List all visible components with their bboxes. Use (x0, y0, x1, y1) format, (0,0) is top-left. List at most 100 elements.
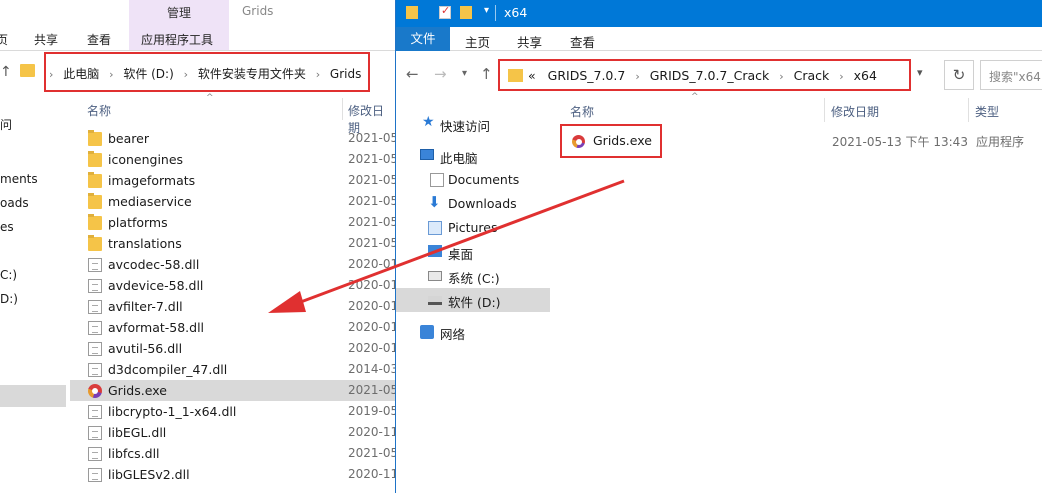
chevron-right-icon[interactable]: › (635, 70, 639, 83)
file-name: libGLESv2.dll (108, 467, 190, 482)
tab-file[interactable]: 文件 (396, 27, 450, 51)
context-tab-manage[interactable]: 管理 (129, 4, 229, 21)
nav-item-quick-access[interactable]: 问 (0, 116, 12, 133)
nav-item-documents[interactable]: Documents (396, 168, 550, 192)
column-name[interactable]: 名称 (87, 102, 111, 119)
file-row[interactable]: avutil-56.dll 2020-01 (70, 338, 395, 359)
file-row[interactable]: d3dcompiler_47.dll 2014-03 (70, 359, 395, 380)
up-arrow-icon[interactable]: ↑ (0, 64, 12, 80)
drive-icon (428, 271, 442, 281)
back-arrow-icon[interactable]: ← (406, 65, 419, 83)
column-date[interactable]: 修改日期 (831, 103, 879, 120)
nav-item-drive-d[interactable]: 软件 (D:) (396, 288, 550, 312)
file-row[interactable]: platforms 2021-05 (70, 212, 395, 233)
file-name: imageformats (108, 173, 196, 188)
breadcrumb-grids-crack[interactable]: GRIDS_7.0.7_Crack (650, 68, 770, 83)
nav-item-pictures[interactable]: es (0, 220, 14, 234)
nav-item-drive-c[interactable]: 系统 (C:) (396, 264, 550, 288)
sort-caret-icon: ^ (691, 92, 699, 102)
forward-arrow-icon[interactable]: → (434, 65, 447, 83)
nav-item-pictures[interactable]: Pictures (396, 216, 550, 240)
file-row[interactable]: bearer 2021-05 (70, 128, 395, 149)
file-row[interactable]: avformat-58.dll 2020-01 (70, 317, 395, 338)
tab-view[interactable]: 查看 (87, 31, 111, 48)
file-row[interactable]: avdevice-58.dll 2020-01 (70, 275, 395, 296)
file-name: Grids.exe (593, 133, 652, 148)
nav-item-network[interactable]: 网络 (396, 320, 550, 344)
file-row[interactable]: imageformats 2021-05 (70, 170, 395, 191)
titlebar-separator (495, 5, 496, 21)
breadcrumb-overflow[interactable]: « (528, 68, 536, 83)
address-dropdown-icon[interactable]: ▾ (917, 66, 923, 79)
tab-view[interactable]: 查看 (570, 32, 595, 51)
file-row[interactable]: libcrypto-1_1-x64.dll 2019-05 (70, 401, 395, 422)
chevron-right-icon[interactable]: › (184, 68, 188, 81)
file-row[interactable]: mediaservice 2021-05 (70, 191, 395, 212)
file-row[interactable]: translations 2021-05 (70, 233, 395, 254)
new-folder-icon[interactable] (460, 6, 472, 19)
search-input[interactable]: 搜索"x64" (980, 60, 1042, 90)
nav-label: 软件 (D:) (448, 295, 501, 310)
file-name: translations (108, 236, 182, 251)
properties-icon[interactable] (439, 4, 451, 19)
right-window-title: x64 (504, 5, 528, 20)
tab-app-tools[interactable]: 应用程序工具 (141, 31, 213, 48)
refresh-button[interactable]: ↻ (944, 60, 974, 90)
nav-item-desktop[interactable]: 桌面 (396, 240, 550, 264)
file-icon (88, 342, 102, 356)
folder-icon (88, 172, 102, 188)
nav-item-this-pc[interactable]: 此电脑 (396, 144, 550, 168)
file-date: 2021-05 (348, 131, 395, 145)
nav-item-downloads[interactable]: oads (0, 196, 29, 210)
computer-icon (420, 149, 434, 160)
file-name: platforms (108, 215, 168, 230)
nav-label: 桌面 (448, 247, 474, 262)
chevron-right-icon[interactable]: › (779, 70, 783, 83)
breadcrumb-drive-d[interactable]: 软件 (D:) (123, 65, 173, 82)
file-row[interactable]: libEGL.dll 2020-11 (70, 422, 395, 443)
file-row[interactable]: libGLESv2.dll 2020-11 (70, 464, 395, 485)
file-date: 2014-03 (348, 362, 395, 376)
chevron-right-icon[interactable]: › (839, 70, 843, 83)
file-date: 2020-01 (348, 299, 395, 313)
breadcrumb-grids[interactable]: Grids (330, 67, 361, 81)
nav-item-downloads[interactable]: ⬇ Downloads (396, 192, 550, 216)
column-type[interactable]: 类型 (975, 103, 999, 120)
nav-item-drive-c[interactable]: C:) (0, 268, 17, 282)
quick-access-dropdown-icon[interactable]: ▾ (484, 5, 489, 16)
file-row[interactable]: avcodec-58.dll 2020-01 (70, 254, 395, 275)
file-date: 2020-11 (348, 467, 395, 481)
recent-dropdown-icon[interactable]: ▾ (462, 68, 467, 79)
file-row[interactable]: Grids.exe 2021-05 (70, 380, 395, 401)
up-arrow-icon[interactable]: ↑ (480, 65, 493, 83)
nav-item-documents[interactable]: ments (0, 172, 38, 186)
breadcrumb-crack[interactable]: Crack (794, 68, 830, 83)
file-row[interactable]: avfilter-7.dll 2020-01 (70, 296, 395, 317)
nav-label: Downloads (448, 196, 517, 211)
breadcrumb-grids-707[interactable]: GRIDS_7.0.7 (548, 68, 626, 83)
file-name: libfcs.dll (108, 446, 160, 461)
file-row[interactable]: iconengines 2021-05 (70, 149, 395, 170)
nav-item-quick-access[interactable]: ★ 快速访问 (396, 112, 550, 136)
column-divider[interactable] (968, 98, 969, 122)
left-address-bar[interactable]: › 此电脑 › 软件 (D:) › 软件安装专用文件夹 › Grids (44, 52, 370, 92)
breadcrumb-this-pc[interactable]: 此电脑 (63, 65, 99, 82)
column-divider[interactable] (342, 98, 343, 120)
tab-page[interactable]: 页 (0, 31, 8, 48)
column-name[interactable]: 名称 (570, 103, 594, 120)
chevron-right-icon[interactable]: › (109, 68, 113, 81)
grids-app-icon (572, 135, 585, 148)
breadcrumb-install-folder[interactable]: 软件安装专用文件夹 (198, 65, 306, 82)
chevron-right-icon[interactable]: › (316, 68, 320, 81)
tab-share[interactable]: 共享 (34, 31, 58, 48)
breadcrumb-x64[interactable]: x64 (854, 68, 877, 83)
nav-item-drive-d[interactable]: D:) (0, 292, 18, 306)
tab-share[interactable]: 共享 (517, 32, 542, 51)
right-address-bar[interactable]: « GRIDS_7.0.7 › GRIDS_7.0.7_Crack › Crac… (498, 59, 911, 91)
column-divider[interactable] (824, 98, 825, 122)
file-date: 2020-11 (348, 425, 395, 439)
tab-home[interactable]: 主页 (465, 32, 490, 51)
file-date: 2019-05 (348, 404, 395, 418)
file-row-grids-exe[interactable]: Grids.exe (560, 124, 662, 158)
file-row[interactable]: libfcs.dll 2021-05 (70, 443, 395, 464)
